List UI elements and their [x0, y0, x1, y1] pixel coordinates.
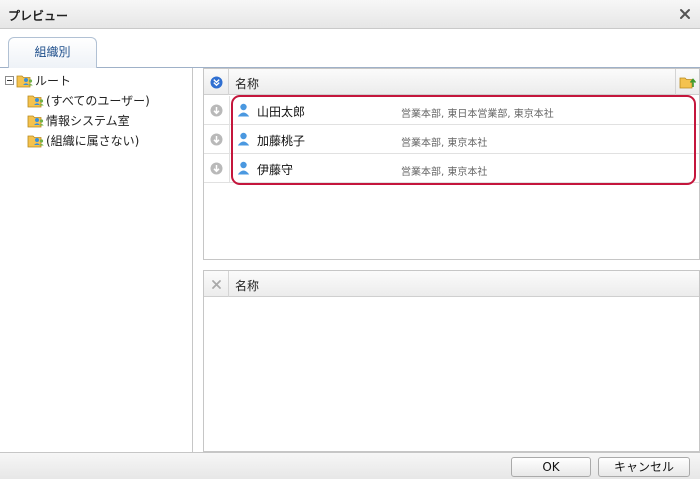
available-users-header: 名称 [204, 69, 699, 95]
remove-all-button[interactable] [204, 271, 229, 297]
tab-bar: 組織別 [0, 30, 700, 68]
user-icon [237, 103, 250, 117]
column-header-name: 名称 [235, 77, 260, 91]
organization-icon [27, 115, 44, 127]
selected-users-panel: 名称 [203, 270, 700, 452]
column-divider [229, 154, 230, 183]
user-row[interactable]: 山田太郎 営業本部, 東日本営業部, 東京本社 [204, 96, 699, 125]
folder-up-button[interactable] [675, 69, 699, 95]
organization-tree: ルート (すべてのユーザー) 情報システム室 (組織に属さない) [0, 68, 193, 452]
user-organizations: 営業本部, 東日本営業部, 東京本社 [401, 109, 554, 120]
tree-node-label: (組織に属さない) [46, 133, 140, 148]
user-row[interactable]: 加藤桃子 営業本部, 東京本社 [204, 125, 699, 154]
ok-button[interactable]: OK [511, 457, 591, 477]
column-header-name: 名称 [235, 279, 260, 293]
user-name: 伊藤守 [257, 163, 294, 177]
add-user-down-arrow-icon[interactable] [210, 133, 223, 146]
column-divider [229, 125, 230, 154]
add-user-down-arrow-icon[interactable] [210, 104, 223, 117]
window-title: プレビュー [8, 9, 69, 23]
tree-node-label: 情報システム室 [46, 113, 130, 128]
add-all-button[interactable] [204, 69, 229, 95]
double-chevron-down-icon [210, 76, 222, 88]
user-row[interactable]: 伊藤守 営業本部, 東京本社 [204, 154, 699, 183]
folder-up-icon [679, 77, 696, 89]
organization-icon [16, 75, 33, 87]
close-icon[interactable] [679, 8, 691, 20]
user-organizations: 営業本部, 東京本社 [401, 138, 488, 149]
selected-users-header: 名称 [204, 271, 699, 297]
organization-icon [27, 95, 44, 107]
user-name: 加藤桃子 [257, 134, 306, 148]
column-divider [229, 96, 230, 125]
tree-node-label: ルート [35, 73, 72, 88]
add-user-down-arrow-icon[interactable] [210, 162, 223, 175]
user-name: 山田太郎 [257, 105, 306, 119]
tree-node-root[interactable]: ルート [5, 71, 71, 89]
organization-icon [27, 135, 44, 147]
user-icon [237, 132, 250, 146]
dialog-footer: OK キャンセル [0, 452, 700, 479]
title-bar: プレビュー [0, 0, 700, 29]
tree-node-no-organization[interactable]: (組織に属さない) [27, 131, 139, 149]
cancel-button[interactable]: キャンセル [598, 457, 690, 477]
user-organizations: 営業本部, 東京本社 [401, 167, 488, 178]
available-users-panel: 名称 山田太郎 営業本部, 東日本営業部, 東京本社 加藤桃子 営業本部, 東京… [203, 68, 700, 260]
tree-node-information-systems[interactable]: 情報システム室 [27, 111, 130, 129]
remove-all-x-icon [211, 279, 221, 289]
collapse-toggle-icon[interactable] [5, 75, 14, 85]
user-icon [237, 161, 250, 175]
tree-node-all-users[interactable]: (すべてのユーザー) [27, 91, 150, 109]
tab-by-organization[interactable]: 組織別 [8, 37, 97, 68]
tree-node-label: (すべてのユーザー) [46, 93, 150, 108]
